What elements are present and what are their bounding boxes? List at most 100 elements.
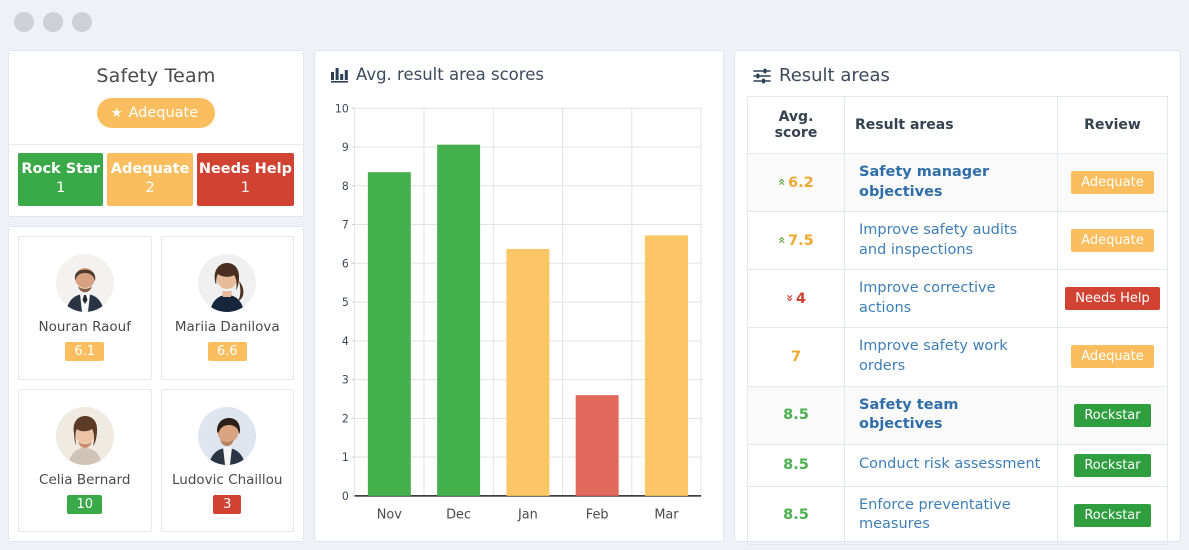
chart-header: Avg. result area scores [325, 63, 709, 94]
status-badge[interactable]: Rockstar [1074, 453, 1151, 477]
team-members-grid: Nouran Raouf 6.1 Mariia Danilova 6.6 Cel… [18, 236, 294, 532]
member-score-badge: 6.1 [65, 342, 105, 362]
trend-up-icon: « [775, 177, 790, 186]
result-areas-table: Avg. score Result areas Review «6.2 Safet… [747, 96, 1168, 545]
result-area-link[interactable]: Safety team objectives [859, 396, 1043, 435]
cell-review: Rockstar [1057, 443, 1168, 487]
x-axis-tick-label: Nov [377, 507, 402, 522]
trend-down-icon: » [782, 293, 797, 302]
table-row[interactable]: 7 Improve safety work orders Adequate [747, 327, 1168, 387]
column-header-avg-score[interactable]: Avg. score [747, 96, 845, 154]
tile-label: Rock Star [21, 161, 101, 177]
table-row[interactable]: »4 Improve corrective actions Needs Help [747, 269, 1168, 329]
avatar [55, 254, 114, 313]
result-area-link[interactable]: Enforce preventative measures [859, 496, 1043, 535]
avatar [198, 254, 257, 313]
y-axis-tick-label: 0 [342, 490, 349, 503]
cell-review: Needs Help [1057, 269, 1168, 329]
cell-avg-score: 7 [747, 327, 845, 387]
bar[interactable] [575, 395, 619, 496]
status-badge[interactable]: Adequate [1071, 345, 1154, 369]
y-axis-tick-label: 7 [342, 218, 349, 231]
cell-avg-score: 8.5 [747, 443, 845, 487]
table-row[interactable]: «6.2 Safety manager objectives Adequate [747, 152, 1168, 213]
table-row[interactable]: 8.5 Enforce preventative measures Rockstar [747, 485, 1168, 545]
chart-plot-area: 0 1 2 3 4 5 6 7 8 9 10 Nov Dec Jan Feb Mar [325, 94, 709, 533]
cell-avg-score: 8.5 [747, 385, 845, 445]
y-axis-tick-label: 5 [342, 296, 349, 309]
tile-count: 1 [240, 180, 251, 197]
y-axis-tick-label: 8 [342, 180, 349, 193]
x-axis-tick-label: Jan [517, 507, 538, 522]
status-badge[interactable]: Rockstar [1074, 503, 1151, 527]
list-item[interactable]: Celia Bernard 10 [18, 388, 152, 532]
result-area-link[interactable]: Improve corrective actions [859, 279, 1043, 318]
list-item[interactable]: Ludovic Chaillou 3 [160, 388, 294, 532]
status-badge[interactable]: Adequate [1071, 229, 1154, 253]
column-header-review[interactable]: Review [1057, 96, 1168, 154]
table-header-row: Avg. score Result areas Review [747, 96, 1168, 154]
y-axis-tick-label: 2 [342, 412, 349, 425]
status-badge[interactable]: Adequate [1071, 171, 1154, 195]
cell-avg-score: 8.5 [747, 485, 845, 545]
result-area-link[interactable]: Improve safety audits and inspections [859, 221, 1043, 260]
avatar [198, 406, 257, 465]
bar-chart-icon [331, 67, 348, 83]
cell-avg-score: «7.5 [747, 211, 845, 271]
close-dot[interactable] [72, 12, 92, 32]
cell-result-area: Improve corrective actions [844, 269, 1058, 329]
status-badge[interactable]: Rockstar [1074, 403, 1151, 427]
result-area-link[interactable]: Safety manager objectives [859, 163, 1043, 202]
bar-chart[interactable]: 0 1 2 3 4 5 6 7 8 9 10 Nov Dec Jan Feb Mar [325, 100, 709, 533]
table-row[interactable]: «7.5 Improve safety audits and inspection… [747, 211, 1168, 271]
tile-label: Needs Help [198, 161, 292, 177]
list-item[interactable]: Nouran Raouf 6.1 [18, 236, 152, 380]
member-name: Mariia Danilova [174, 319, 280, 336]
table-row[interactable]: 8.5 Conduct risk assessment Rockstar [747, 443, 1168, 487]
y-axis-tick-label: 3 [342, 374, 349, 387]
chart-title: Avg. result area scores [356, 65, 544, 84]
x-axis-tick-label: Feb [586, 507, 609, 522]
tile-needs-help[interactable]: Needs Help 1 [196, 153, 294, 207]
list-item[interactable]: Mariia Danilova 6.6 [160, 236, 294, 380]
cell-review: Rockstar [1057, 385, 1168, 445]
y-axis-tick-label: 10 [335, 102, 349, 115]
column-header-result-areas[interactable]: Result areas [844, 96, 1058, 154]
tile-label: Adequate [110, 161, 190, 177]
tile-adequate[interactable]: Adequate 2 [107, 153, 193, 207]
bar[interactable] [437, 144, 481, 496]
cell-review: Adequate [1057, 327, 1168, 387]
result-areas-title: Result areas [779, 65, 890, 86]
status-badge[interactable]: Needs Help [1065, 287, 1160, 311]
bar[interactable] [644, 235, 688, 496]
member-score-badge: 3 [213, 494, 242, 514]
tile-rock-star[interactable]: Rock Star 1 [18, 153, 104, 207]
maximize-dot[interactable] [43, 12, 63, 32]
bar[interactable] [367, 172, 411, 496]
avg-score-value: 8.5 [783, 457, 809, 474]
avg-score-value: 6.2 [788, 174, 814, 191]
tile-count: 1 [56, 180, 66, 197]
table-row[interactable]: 8.5 Safety team objectives Rockstar [747, 385, 1168, 445]
x-axis-tick-label: Dec [446, 507, 471, 522]
cell-result-area: Conduct risk assessment [844, 443, 1058, 487]
cell-result-area: Safety manager objectives [844, 152, 1058, 213]
window-chrome [0, 0, 1189, 44]
avg-score-value: 8.5 [783, 407, 809, 424]
member-name: Ludovic Chaillou [172, 471, 283, 488]
member-name: Nouran Raouf [38, 319, 131, 336]
result-area-link[interactable]: Improve safety work orders [859, 337, 1043, 376]
team-status-badge[interactable]: ★ Adequate [96, 98, 216, 128]
cell-result-area: Enforce preventative measures [844, 485, 1058, 545]
bar[interactable] [506, 248, 550, 496]
rating-tiles: Rock Star 1 Adequate 2 Needs Help 1 [9, 145, 303, 216]
cell-avg-score: »4 [747, 269, 845, 329]
result-areas-column: Result areas Avg. score Result areas Rev… [734, 50, 1181, 545]
avg-score-chart-card: Avg. result area scores 0 1 2 3 4 5 6 7 8 9 10 Nov D… [314, 50, 724, 542]
cell-review: Adequate [1057, 152, 1168, 213]
sliders-icon [753, 68, 771, 84]
team-status-label: Adequate [128, 105, 199, 121]
team-members-card: Nouran Raouf 6.1 Mariia Danilova 6.6 Cel… [8, 226, 304, 542]
result-area-link[interactable]: Conduct risk assessment [859, 455, 1043, 475]
minimize-dot[interactable] [14, 12, 34, 32]
